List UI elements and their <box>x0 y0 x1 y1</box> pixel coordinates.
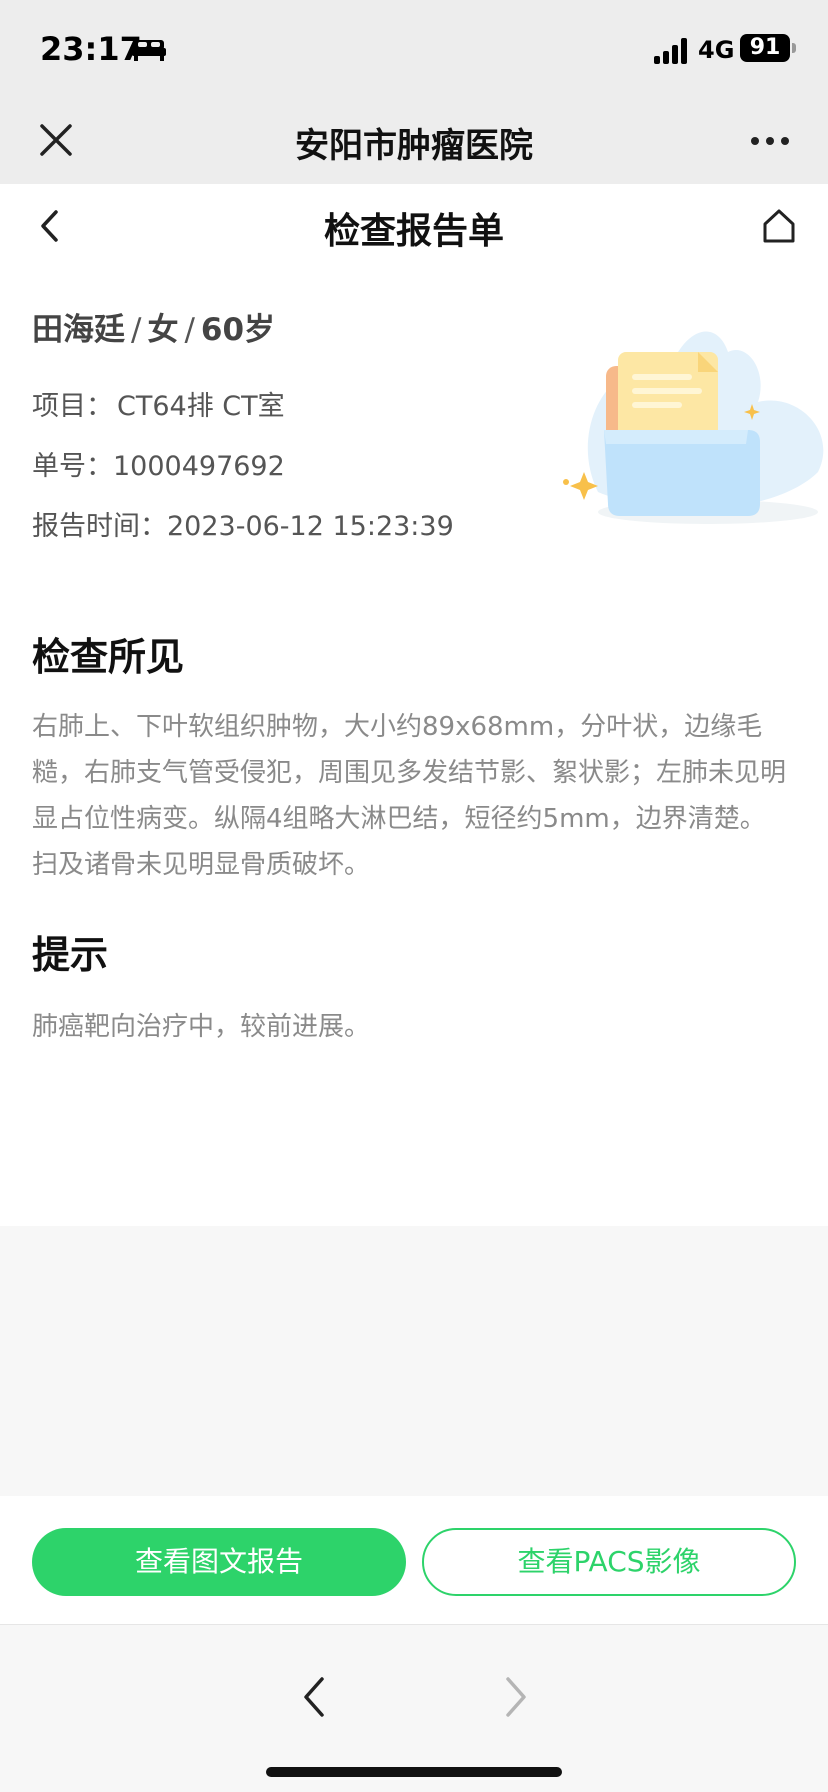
hint-text: 肺癌靶向治疗中，较前进展。 <box>32 1012 371 1042</box>
report-content: 检查报告单 田海廷 / 女/60岁 项目： CT64排 CT室 单号：10004976… <box>0 184 828 1226</box>
view-pacs-button[interactable]: 查看PACS影像 <box>422 1528 796 1596</box>
order-number-label: 单号： <box>32 451 113 482</box>
bed-icon <box>132 40 166 61</box>
report-time-label: 报告时间： <box>32 511 167 542</box>
nav-title: 安阳市肿瘤医院 <box>295 126 533 166</box>
status-bar: 23:17 4G 91 <box>0 0 828 98</box>
status-time: 23:17 <box>40 30 142 68</box>
patient-name: 田海廷 <box>32 312 125 348</box>
page-header: 检查报告单 <box>0 184 828 270</box>
battery-tip <box>792 43 796 53</box>
signal-icon <box>654 38 687 64</box>
exam-item-row: 项目： CT64排 CT室 <box>32 384 285 423</box>
home-indicator <box>266 1767 562 1777</box>
home-icon[interactable] <box>762 208 796 244</box>
view-report-button[interactable]: 查看图文报告 <box>32 1528 406 1596</box>
order-number-row: 单号：1000497692 <box>32 444 285 483</box>
action-bar: 查看图文报告 查看PACS影像 <box>0 1496 828 1624</box>
separator: / <box>184 312 195 348</box>
order-number-value: 1000497692 <box>113 451 285 482</box>
report-time-value: 2023-06-12 15:23:39 <box>167 511 454 542</box>
patient-age: 60岁 <box>200 312 276 348</box>
battery-level: 91 <box>740 34 790 62</box>
browser-bottom-nav <box>0 1624 828 1792</box>
patient-gender: 女 <box>147 312 179 348</box>
exam-item-label: 项目： <box>32 391 113 422</box>
exam-item-value: CT64排 CT室 <box>117 391 285 422</box>
network-type: 4G <box>698 36 735 64</box>
findings-title: 检查所见 <box>32 635 185 679</box>
nav-bar: 安阳市肿瘤医院 <box>0 98 828 184</box>
chevron-left-icon[interactable] <box>300 1675 328 1719</box>
patient-summary: 田海廷 / 女/60岁 <box>32 304 275 349</box>
more-icon[interactable] <box>750 134 790 148</box>
report-time-row: 报告时间：2023-06-12 15:23:39 <box>32 504 454 543</box>
page-title: 检查报告单 <box>323 211 504 252</box>
separator: / <box>131 312 142 348</box>
chevron-right-icon[interactable] <box>502 1675 530 1719</box>
findings-text: 右肺上、下叶软组织肿物，大小约89x68mm，分叶状，边缘毛糙，右肺支气管受侵犯… <box>32 712 787 880</box>
hint-title: 提示 <box>32 933 109 977</box>
report-folder-illustration <box>563 331 824 524</box>
